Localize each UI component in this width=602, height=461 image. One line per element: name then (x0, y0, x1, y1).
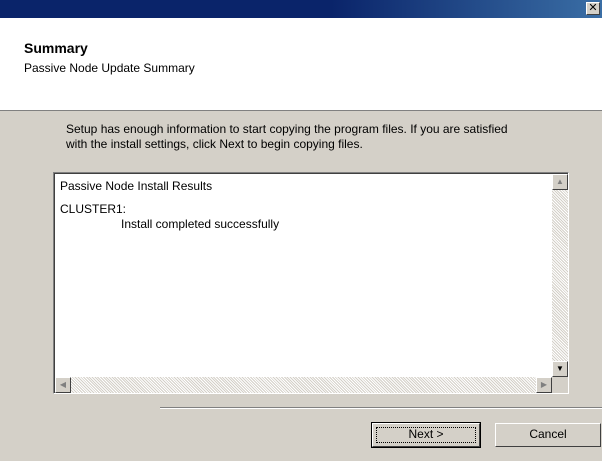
close-icon: ✕ (588, 2, 598, 14)
instructions-line-2: with the install settings, click Next to… (66, 137, 363, 151)
scroll-right-arrow-icon[interactable]: ▶ (536, 377, 552, 393)
wizard-header: Summary Passive Node Update Summary (0, 18, 602, 111)
instructions-text: Setup has enough information to start co… (66, 122, 566, 152)
horizontal-scrollbar[interactable] (55, 377, 552, 393)
results-listbox-content: Passive Node Install Results CLUSTER1: I… (54, 173, 568, 393)
cancel-button-label: Cancel (529, 427, 567, 441)
scroll-down-arrow-icon[interactable]: ▼ (552, 361, 568, 377)
install-status: Install completed successfully (121, 217, 280, 231)
cancel-button[interactable]: Cancel (495, 423, 601, 447)
vertical-scrollbar[interactable] (552, 174, 568, 377)
results-heading: Passive Node Install Results (60, 179, 213, 193)
cluster-name: CLUSTER1: (60, 202, 127, 216)
next-button-label: Next > (408, 427, 444, 441)
page-subtitle: Passive Node Update Summary (24, 61, 195, 75)
button-separator (160, 407, 602, 409)
instructions-line-1: Setup has enough information to start co… (66, 122, 508, 136)
close-button[interactable]: ✕ (586, 2, 600, 15)
page-title: Summary (24, 40, 88, 56)
scrollbar-corner (552, 377, 568, 393)
title-bar[interactable]: ✕ (0, 0, 602, 18)
setup-dialog: ✕ Summary Passive Node Update Summary Se… (0, 0, 602, 461)
next-button[interactable]: Next > (371, 422, 481, 448)
scroll-left-arrow-icon[interactable]: ◀ (55, 377, 71, 393)
scroll-up-arrow-icon[interactable]: ▲ (552, 174, 568, 190)
results-listbox[interactable]: Passive Node Install Results CLUSTER1: I… (53, 172, 569, 394)
